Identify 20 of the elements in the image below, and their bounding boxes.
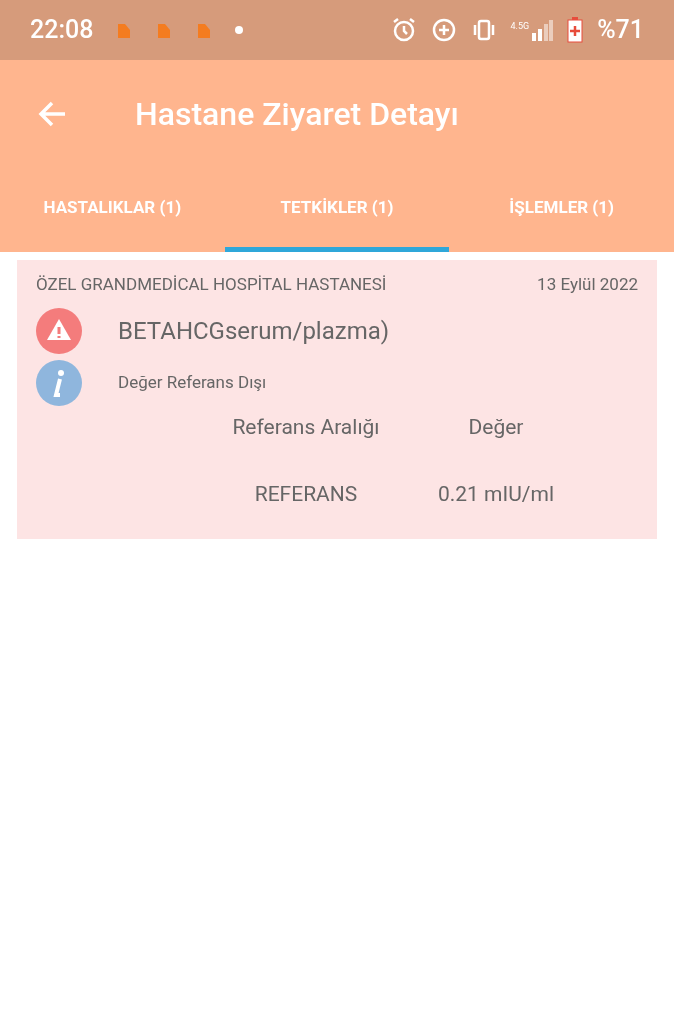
test-name: BETAHCGserum/plazma) (118, 315, 390, 347)
signal-icon (531, 19, 554, 41)
hospital-name: ÖZEL GRANDMEDİCAL HOSPİTAL HASTANESİ (36, 273, 387, 296)
table-cell-text: 0.21 mIU/ml (437, 481, 555, 508)
status-time: 22:08 (30, 14, 94, 47)
network-type: 4.5G (510, 22, 530, 31)
result-note: Değer Referans Dışı (118, 370, 267, 394)
warning-icon (36, 307, 82, 354)
dot-icon (235, 26, 244, 34)
column-header: Değer (468, 413, 524, 441)
tab[interactable]: İŞLEMLER (1) (449, 168, 674, 252)
visit-date: 13 Eylül 2022 (537, 273, 638, 296)
column-header: Referans Aralığı (232, 413, 380, 441)
tab[interactable]: HASTALIKLAR (1) (0, 168, 225, 252)
info-icon (36, 359, 82, 406)
battery-icon (567, 17, 584, 43)
tab[interactable]: TETKİKLER (1) (224, 168, 450, 252)
screen-title: Hastane Ziyaret Detayı (135, 94, 459, 135)
battery-percent: %71 (597, 14, 644, 47)
table-cell-text: REFERANS (254, 481, 358, 508)
